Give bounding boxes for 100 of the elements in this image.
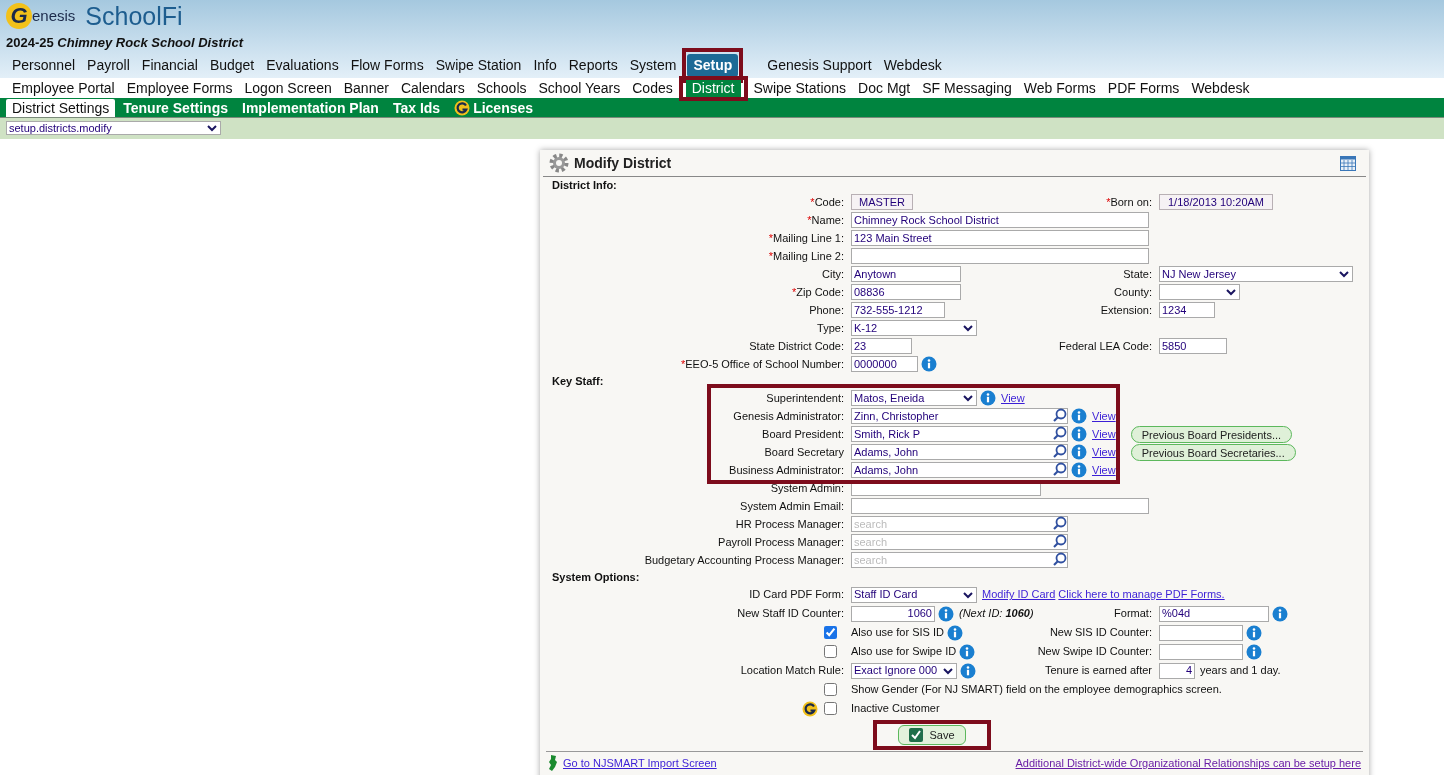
field-label: *Name:: [806, 212, 844, 228]
field-label: Type:: [816, 320, 844, 336]
subnav-tab[interactable]: PDF Forms: [1101, 79, 1186, 97]
field-label: State:: [1122, 266, 1152, 282]
checkbox[interactable]: [824, 683, 837, 696]
tab[interactable]: Licenses: [448, 99, 540, 117]
input-field[interactable]: [851, 498, 1149, 514]
readonly-field: 1/18/2013 10:20AM: [1159, 194, 1273, 210]
history-button[interactable]: Previous Board Presidents...: [1130, 425, 1293, 443]
input-field[interactable]: 4: [1159, 662, 1195, 679]
dropdown[interactable]: Staff ID Card: [851, 586, 977, 603]
lookup-field[interactable]: Adams, John: [851, 444, 1068, 460]
field-label: Federal LEA Code:: [1058, 338, 1152, 354]
field-label: Superintendent:: [765, 390, 844, 406]
lookup-field[interactable]: search: [851, 552, 1068, 568]
input-field[interactable]: [851, 248, 1149, 264]
checkbox[interactable]: [824, 645, 837, 658]
dropdown[interactable]: Matos, Eneida: [851, 390, 977, 406]
dropdown[interactable]: NJ New Jersey: [1159, 266, 1353, 282]
view-link[interactable]: View: [1092, 407, 1116, 425]
section-heading: District Info:: [551, 178, 618, 193]
tab[interactable]: Implementation Plan: [236, 99, 385, 117]
subnav-tab[interactable]: Schools: [470, 79, 533, 97]
subnav-tab[interactable]: Swipe Stations: [747, 79, 853, 97]
lookup-field[interactable]: Zinn, Christopher: [851, 408, 1068, 424]
nav-tab[interactable]: Financial: [135, 53, 204, 77]
subnav-tab[interactable]: School Years: [532, 79, 627, 97]
footer-link[interactable]: Additional District-wide Organizational Relationships can be setup here: [1015, 755, 1361, 772]
nav-tab[interactable]: Reports: [562, 53, 624, 77]
chevron-icon: [962, 323, 974, 333]
nav-tab[interactable]: Setup: [687, 53, 739, 77]
chevron-icon: [942, 665, 954, 676]
dropdown[interactable]: Exact Ignore 000: [851, 662, 957, 679]
subnav-tab[interactable]: Codes: [626, 79, 679, 97]
input-field[interactable]: 23: [851, 338, 912, 354]
nav-link[interactable]: Genesis Support: [761, 54, 878, 76]
subnav-tab[interactable]: Webdesk: [1185, 79, 1256, 97]
history-button[interactable]: Previous Board Secretaries...: [1130, 443, 1296, 461]
page-dropdown[interactable]: setup.districts.modify: [6, 121, 221, 135]
checkbox[interactable]: [824, 626, 837, 639]
input-field[interactable]: 0000000: [851, 356, 918, 372]
field-label: System Admin:: [769, 480, 844, 496]
subnav-tab[interactable]: Calendars: [394, 79, 471, 97]
nav-tab[interactable]: Payroll: [81, 53, 136, 77]
field-label: System Admin Email:: [739, 498, 844, 514]
subnav-tab[interactable]: Employee Forms: [120, 79, 239, 97]
lookup-field[interactable]: Smith, Rick P: [851, 426, 1068, 442]
lookup-field[interactable]: search: [851, 516, 1068, 532]
subnav-tab[interactable]: District: [685, 79, 741, 97]
dropdown[interactable]: K-12: [851, 320, 977, 336]
view-link[interactable]: View: [1092, 425, 1116, 443]
checkbox[interactable]: [824, 702, 837, 715]
field-label: New SIS ID Counter:: [1048, 625, 1152, 641]
view-link[interactable]: View: [1092, 461, 1116, 479]
input-field[interactable]: [1159, 624, 1243, 641]
view-link[interactable]: View: [1092, 443, 1116, 461]
tab[interactable]: Tax Ids: [386, 99, 447, 117]
tab[interactable]: District Settings: [6, 99, 116, 117]
subnav-tab[interactable]: Logon Screen: [238, 79, 338, 97]
input-field[interactable]: 123 Main Street: [851, 230, 1149, 246]
nav-tab[interactable]: Swipe Station: [429, 53, 528, 77]
nav-link[interactable]: Webdesk: [877, 54, 948, 76]
search-icon: [1052, 552, 1067, 567]
checkbox-label: Inactive Customer: [851, 701, 940, 717]
nav-tab[interactable]: Evaluations: [260, 53, 345, 77]
subnav-tab[interactable]: SF Messaging: [916, 79, 1018, 97]
subnav-tab[interactable]: Employee Portal: [6, 79, 121, 97]
nav-tab[interactable]: Personnel: [6, 53, 82, 77]
input-field[interactable]: Chimney Rock School District: [851, 212, 1149, 228]
subnav-tab[interactable]: Web Forms: [1017, 79, 1102, 97]
subnav-tab[interactable]: Doc Mgt: [852, 79, 917, 97]
field-label: ID Card PDF Form:: [748, 587, 844, 603]
subnav-tab[interactable]: Banner: [337, 79, 395, 97]
nav-tab[interactable]: Info: [527, 53, 563, 77]
field-label: Board Secretary: [763, 444, 844, 460]
input-field[interactable]: 5850: [1159, 338, 1227, 354]
view-link[interactable]: Modify ID Card: [982, 586, 1056, 603]
lookup-field[interactable]: Adams, John: [851, 462, 1068, 478]
nav-tab[interactable]: Flow Forms: [344, 53, 430, 77]
input-field[interactable]: 732-555-1212: [851, 302, 945, 318]
field-label: *EEO-5 Office of School Number:: [679, 356, 844, 372]
view-link[interactable]: Click here to manage PDF Forms.: [1058, 586, 1225, 603]
input-field[interactable]: [1159, 643, 1243, 660]
search-icon: [1052, 444, 1067, 459]
save-button[interactable]: Save: [898, 725, 966, 745]
input-field[interactable]: %04d: [1159, 605, 1269, 622]
tab[interactable]: Tenure Settings: [117, 99, 234, 117]
footer-link[interactable]: Go to NJSMART Import Screen: [563, 755, 717, 772]
lookup-field[interactable]: search: [851, 534, 1068, 550]
dropdown[interactable]: [1159, 284, 1240, 300]
input-field[interactable]: Anytown: [851, 266, 961, 282]
field-label: New Swipe ID Counter:: [1036, 644, 1152, 660]
nav-tab[interactable]: System: [623, 53, 683, 77]
input-field[interactable]: 1234: [1159, 302, 1215, 318]
input-field[interactable]: 08836: [851, 284, 961, 300]
view-link[interactable]: View: [1001, 389, 1025, 407]
nav-tab[interactable]: Budget: [203, 53, 261, 77]
input-field[interactable]: 1060: [851, 605, 935, 622]
field-label: *Mailing Line 1:: [767, 230, 844, 246]
section-heading: System Options:: [551, 570, 641, 585]
